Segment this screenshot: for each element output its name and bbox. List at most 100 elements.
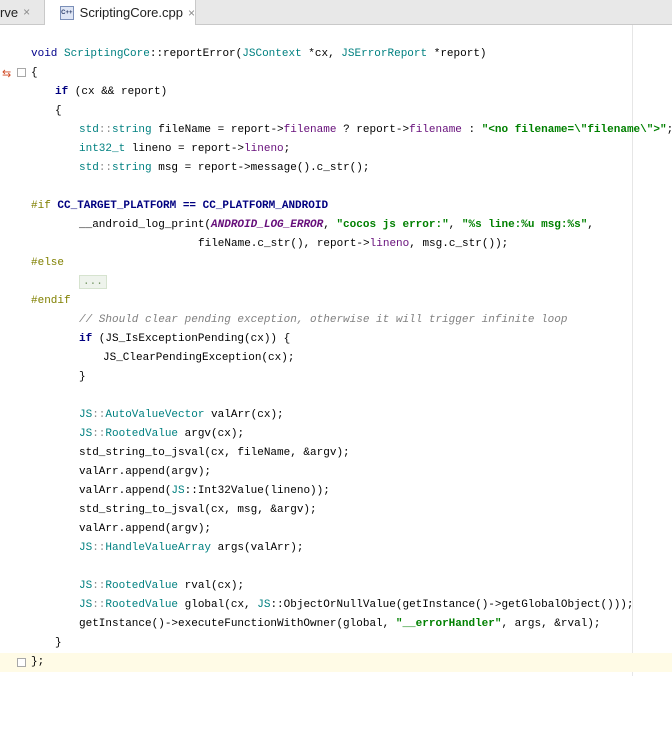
code-line: __android_log_print(ANDROID_LOG_ERROR, "… [0, 216, 672, 235]
token: std_string_to_jsval(cx, msg, &argv); [79, 504, 317, 516]
code-line: ⇆ void ScriptingCore::reportError(JSCont… [0, 45, 672, 80]
token: "__errorHandler" [395, 618, 502, 630]
token: fileName = report-> [151, 124, 284, 136]
token: ; [667, 124, 672, 136]
token: void [31, 48, 65, 60]
token: "cocos js error:" [336, 219, 449, 231]
token: JS [79, 428, 93, 440]
token: :: [92, 599, 106, 611]
code-line: ... [0, 273, 672, 292]
code-line: JS::RootedValue argv(cx); [0, 425, 672, 444]
code-line: #else [0, 254, 672, 273]
token: JS [79, 599, 93, 611]
token: JSContext [242, 48, 302, 60]
token: ? report-> [336, 124, 410, 136]
token: string [112, 124, 152, 136]
token: :: [92, 428, 106, 440]
code-line: #endif [0, 292, 672, 311]
code-line: valArr.append(argv); [0, 463, 672, 482]
token: *report) [427, 48, 487, 60]
token: JS [79, 409, 93, 421]
code-line: } [0, 634, 672, 653]
token: ANDROID_LOG_ERROR [211, 219, 324, 231]
code-line: getInstance()->executeFunctionWithOwner(… [0, 615, 672, 634]
code-line: fileName.c_str(), report->lineno, msg.c_… [0, 235, 672, 254]
token: valArr(cx); [204, 409, 284, 421]
token: valArr.append(argv); [79, 466, 212, 478]
code-line: }; [0, 653, 672, 672]
token: , [587, 219, 594, 231]
token: if [79, 333, 93, 345]
token: if [55, 86, 69, 98]
token: ::reportError( [149, 48, 243, 60]
token: filename [409, 124, 462, 136]
token: ::ObjectOrNullValue(getInstance()->getGl… [270, 599, 634, 611]
token: (cx && report) [68, 86, 168, 98]
close-tab-icon[interactable]: × [23, 5, 30, 19]
code-line: JS::RootedValue rval(cx); [0, 577, 672, 596]
code-line: #if CC_TARGET_PLATFORM == CC_PLATFORM_AN… [0, 197, 672, 216]
token: , [323, 219, 337, 231]
tab-previous-file[interactable]: rve × [0, 0, 45, 24]
token: { [55, 105, 62, 117]
code-line: JS::HandleValueArray args(valArr); [0, 539, 672, 558]
code-line: } [0, 368, 672, 387]
token: fileName.c_str(), report-> [198, 238, 370, 250]
token: #else [31, 257, 65, 269]
fold-marker-icon[interactable] [17, 658, 26, 667]
token: "<no filename=\"filename\">" [481, 124, 667, 136]
code-line: std_string_to_jsval(cx, fileName, &argv)… [0, 444, 672, 463]
code-comment: // Should clear pending exception, other… [79, 314, 568, 326]
token: std [79, 124, 99, 136]
token: { [31, 67, 38, 79]
token: std [79, 162, 99, 174]
token: valArr.append(argv); [79, 523, 212, 535]
code-line: std::string msg = report->message().c_st… [0, 159, 672, 178]
token: rval(cx); [178, 580, 245, 592]
token: argv(cx); [178, 428, 245, 440]
token: __android_log_print( [79, 219, 212, 231]
code-line: if (JS_IsExceptionPending(cx)) { [0, 330, 672, 349]
token: args(valArr); [211, 542, 304, 554]
token: CC_TARGET_PLATFORM == CC_PLATFORM_ANDROI… [57, 200, 329, 212]
token: #if [31, 200, 58, 212]
token: #endif [31, 295, 71, 307]
token: *cx, [301, 48, 342, 60]
token: ScriptingCore [64, 48, 150, 60]
token: (JS_IsExceptionPending(cx)) { [92, 333, 291, 345]
code-line: JS_ClearPendingException(cx); [0, 349, 672, 368]
token: ::Int32Value(lineno)); [184, 485, 330, 497]
code-line: // Should clear pending exception, other… [0, 311, 672, 330]
close-tab-icon[interactable]: × [188, 6, 195, 20]
token: :: [92, 409, 106, 421]
token: lineno [244, 143, 284, 155]
token: int32_t [79, 143, 126, 155]
tab-scriptingcore-cpp[interactable]: C++ ScriptingCore.cpp × [45, 0, 196, 25]
cpp-file-icon: C++ [60, 5, 74, 20]
token: getInstance()->executeFunctionWithOwner(… [79, 618, 396, 630]
code-line: int32_t lineno = report->lineno; [0, 140, 672, 159]
fold-marker-icon[interactable] [17, 68, 26, 77]
code-line: valArr.append(JS::Int32Value(lineno)); [0, 482, 672, 501]
tab-label: ScriptingCore.cpp [79, 5, 183, 20]
token: RootedValue [105, 580, 179, 592]
token: RootedValue [105, 428, 179, 440]
token: :: [92, 542, 106, 554]
editor-tab-bar: rve × C++ ScriptingCore.cpp × [0, 0, 672, 25]
code-line: if (cx && report) [0, 83, 672, 102]
token: JS_ClearPendingException(cx); [103, 352, 295, 364]
token: ; [283, 143, 291, 155]
token: valArr.append( [79, 485, 172, 497]
code-line: JS::RootedValue global(cx, JS::ObjectOrN… [0, 596, 672, 615]
code-line: { [0, 64, 672, 83]
tab-label: rve [0, 4, 19, 20]
folded-code-placeholder[interactable]: ... [79, 275, 107, 289]
token: RootedValue [105, 599, 179, 611]
token: AutoValueVector [105, 409, 205, 421]
token: lineno = report-> [125, 143, 245, 155]
token: , msg.c_str()); [409, 238, 509, 250]
token: JS [257, 599, 271, 611]
token: JS [79, 580, 93, 592]
code-line: std::string fileName = report->filename … [0, 121, 672, 140]
token: filename [283, 124, 337, 136]
